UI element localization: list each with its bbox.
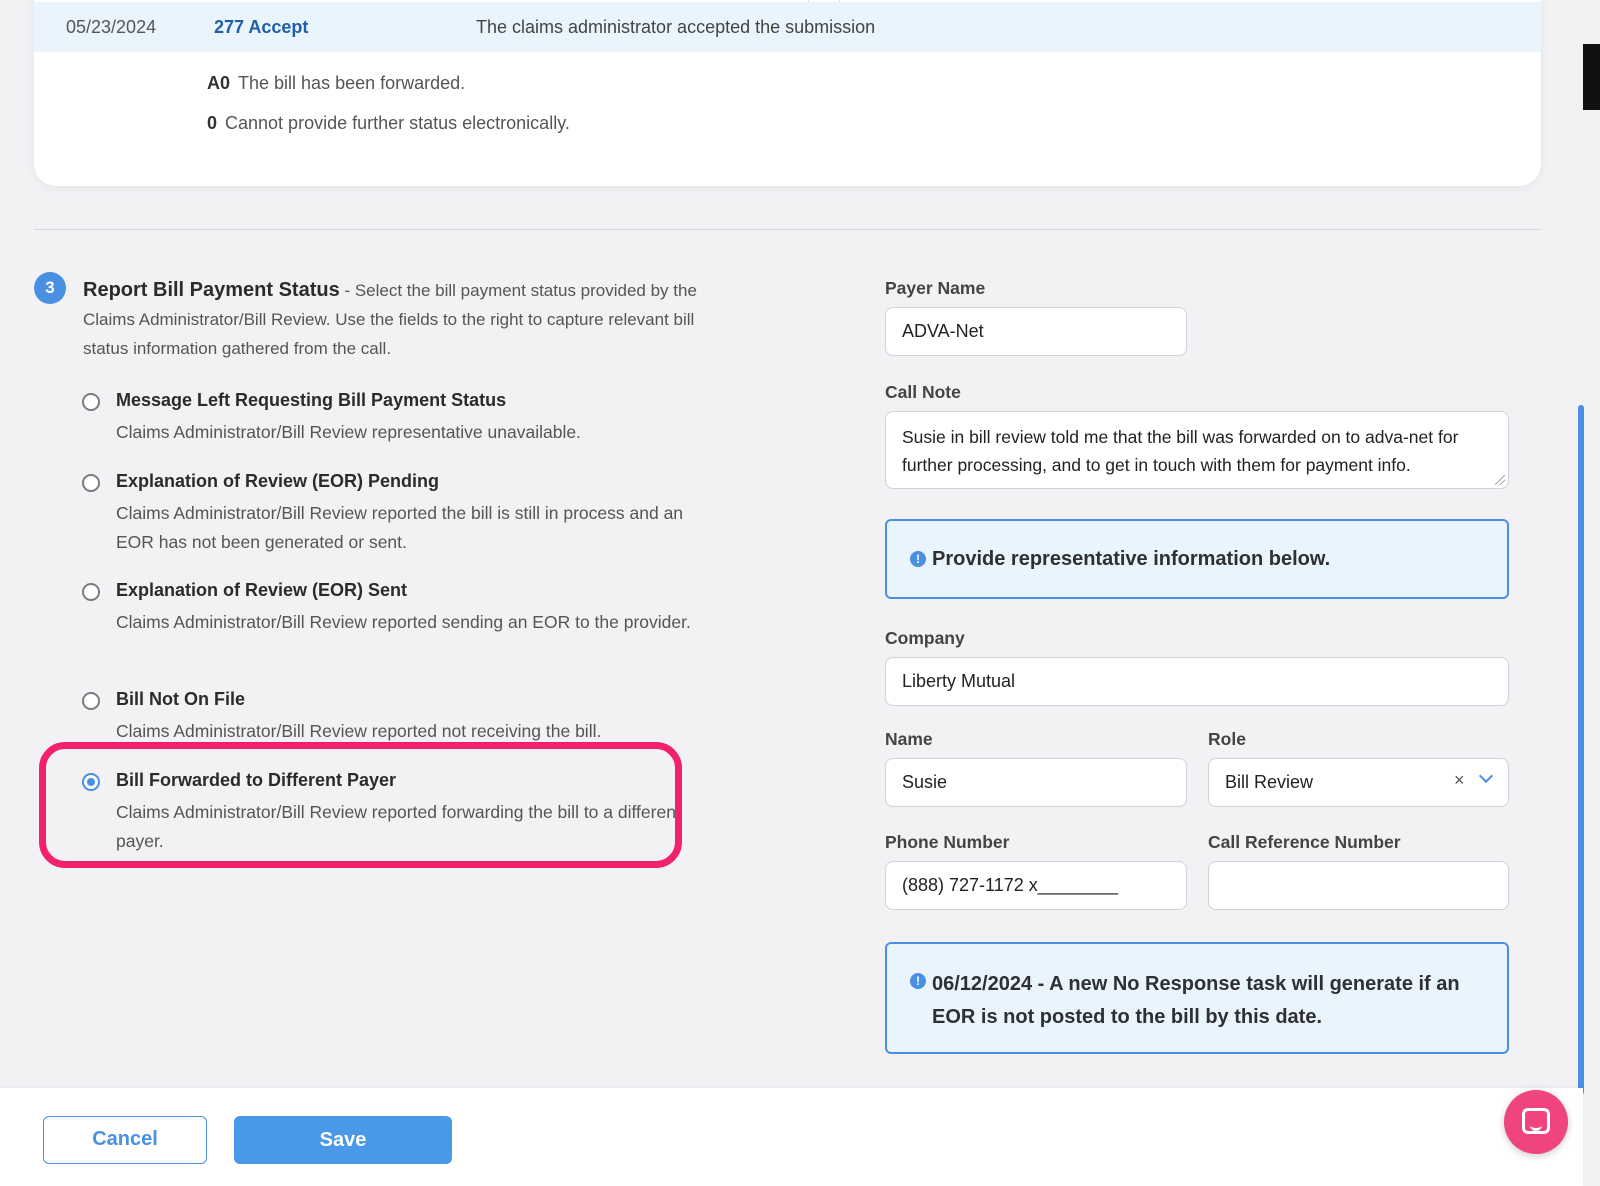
section-divider [34,229,1541,230]
page: 05/23/2024 277 Accept The claims adminis… [0,0,1600,1186]
call-note-label: Call Note [885,382,961,402]
option-title: Explanation of Review (EOR) Pending [116,471,440,491]
submission-history-card: 05/23/2024 277 Accept The claims adminis… [34,0,1541,186]
option-description: Claims Administrator/Bill Review reporte… [116,802,681,851]
status-option[interactable]: Message Left Requesting Bill Payment Sta… [82,390,722,450]
section-header: Report Bill Payment Status - Select the … [83,276,723,363]
phone-number-input[interactable]: (888) 727-1172 x________ [885,861,1187,910]
status-text: Cannot provide further status electronic… [225,113,570,133]
payer-name-input[interactable]: ADVA-Net [885,307,1187,356]
option-description: Claims Administrator/Bill Review reporte… [116,612,691,632]
history-row: 05/23/2024 277 Accept The claims adminis… [34,2,1541,52]
step-number-badge: 3 [34,272,66,304]
company-input[interactable]: Liberty Mutual [885,657,1509,706]
radio-button[interactable] [82,583,100,601]
save-button[interactable]: Save [234,1116,452,1164]
option-title: Message Left Requesting Bill Payment Sta… [116,390,507,410]
status-line: A0 The bill has been forwarded. [207,73,465,94]
status-option[interactable]: Explanation of Review (EOR) Sent Claims … [82,580,722,668]
scrollbar-track[interactable] [1572,0,1600,1186]
status-option[interactable]: Explanation of Review (EOR) Pending Clai… [82,471,722,559]
option-title: Bill Not On File [116,689,245,709]
role-label: Role [1208,729,1246,749]
status-code: A0 [207,73,231,93]
company-label: Company [885,628,965,648]
resize-handle-icon[interactable] [1495,475,1505,485]
role-selected-value: Bill Review [1225,772,1314,792]
radio-button[interactable] [82,474,100,492]
phone-number-label: Phone Number [885,832,1010,852]
call-reference-input[interactable] [1208,861,1509,910]
status-text: The bill has been forwarded. [238,73,466,93]
chat-launcher-button[interactable] [1504,1090,1568,1154]
deadline-banner-text: 06/12/2024 - A new No Response task will… [932,973,1460,1028]
chat-icon [1522,1108,1550,1134]
name-label: Name [885,729,933,749]
radio-button[interactable] [82,393,100,411]
call-reference-label: Call Reference Number [1208,832,1401,852]
cancel-button[interactable]: Cancel [43,1116,207,1164]
section-title: Report Bill Payment Status [83,279,340,301]
history-code: 277 Accept [214,17,309,37]
status-code: 0 [207,113,218,133]
option-description: Claims Administrator/Bill Review reporte… [116,503,684,552]
name-input[interactable]: Susie [885,758,1187,807]
status-option[interactable]: Bill Forwarded to Different Payer Claims… [82,770,722,858]
status-line: 0 Cannot provide further status electroni… [207,113,570,134]
payer-name-label: Payer Name [885,278,986,298]
info-icon: ! [910,973,926,989]
clear-icon[interactable]: × [1454,770,1465,791]
status-option[interactable]: Bill Not On File Claims Administrator/Bi… [82,689,722,749]
info-icon: ! [910,551,926,567]
representative-info-banner: ! Provide representative information bel… [885,519,1509,599]
deadline-info-banner: ! 06/12/2024 - A new No Response task wi… [885,942,1509,1054]
call-note-text: Susie in bill review told me that the bi… [902,427,1459,475]
option-title: Bill Forwarded to Different Payer [116,770,397,790]
call-note-textarea[interactable]: Susie in bill review told me that the bi… [885,411,1509,489]
option-description: Claims Administrator/Bill Review reporte… [116,721,602,741]
info-banner-text: Provide representative information below… [932,548,1331,570]
option-title: Explanation of Review (EOR) Sent [116,580,408,600]
history-date: 05/23/2024 [66,17,157,37]
scrollbar-thumb[interactable] [1578,405,1584,1095]
history-description: The claims administrator accepted the su… [476,17,876,37]
window-edge [1583,44,1600,110]
radio-button-selected[interactable] [82,773,100,791]
radio-button[interactable] [82,692,100,710]
option-description: Claims Administrator/Bill Review represe… [116,422,581,442]
